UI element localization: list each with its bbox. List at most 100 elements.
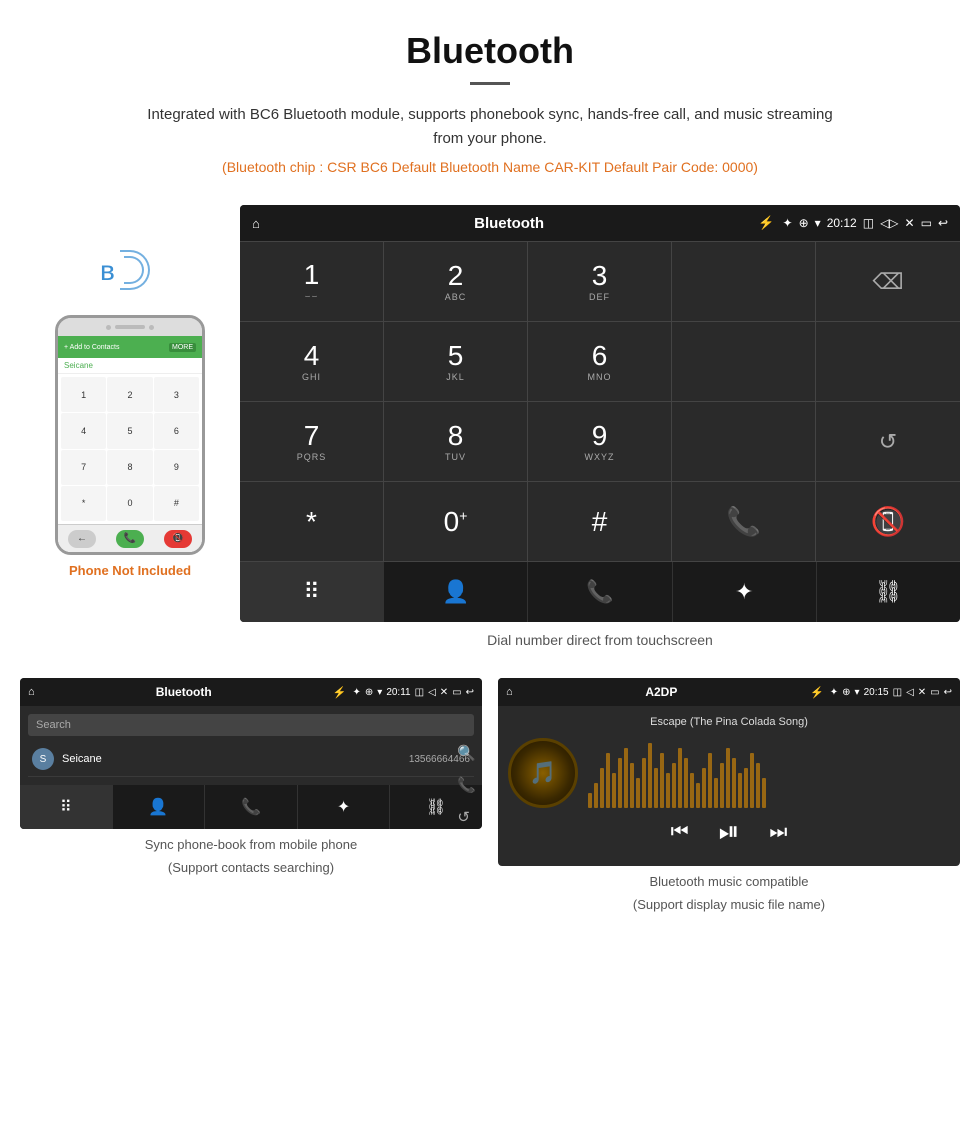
viz-bar bbox=[750, 753, 754, 808]
key-4[interactable]: 4 GHI bbox=[240, 322, 384, 402]
key-3[interactable]: 3 DEF bbox=[528, 242, 672, 322]
ms-x[interactable]: ✕ bbox=[918, 687, 926, 698]
phone-key-8[interactable]: 8 bbox=[107, 450, 152, 485]
viz-bar bbox=[618, 758, 622, 808]
pb-reload-icon[interactable]: ↺ bbox=[457, 808, 476, 826]
pb-home-icon[interactable]: ⌂ bbox=[28, 686, 35, 698]
phone-key-6[interactable]: 6 bbox=[154, 413, 199, 448]
phone-key-7[interactable]: 7 bbox=[61, 450, 106, 485]
phone-key-1[interactable]: 1 bbox=[61, 377, 106, 412]
ms-home-icon[interactable]: ⌂ bbox=[506, 686, 513, 698]
nav-phone[interactable]: 📞 bbox=[528, 562, 672, 622]
viz-bar bbox=[720, 763, 724, 808]
pb-wifi: ▾ bbox=[377, 687, 382, 698]
key-9-sub: WXYZ bbox=[585, 452, 615, 462]
key-backspace[interactable]: ⌫ bbox=[816, 242, 960, 322]
key-1-main: 1 bbox=[304, 261, 320, 289]
phone-header-label: + Add to Contacts bbox=[64, 344, 119, 351]
key-star-main: * bbox=[306, 508, 317, 536]
page-header: Bluetooth Integrated with BC6 Bluetooth … bbox=[0, 0, 980, 205]
phone-btn-back[interactable]: ← bbox=[68, 530, 96, 548]
key-5-sub: JKL bbox=[446, 372, 465, 382]
phone-key-9[interactable]: 9 bbox=[154, 450, 199, 485]
music-caption-2: (Support display music file name) bbox=[498, 897, 960, 912]
ms-cam: ◫ bbox=[893, 687, 902, 698]
key-4-sub: GHI bbox=[302, 372, 321, 382]
pb-search-icon[interactable]: 🔍 bbox=[457, 744, 476, 762]
key-star[interactable]: * bbox=[240, 482, 384, 562]
key-8-sub: TUV bbox=[445, 452, 466, 462]
key-2-sub: ABC bbox=[445, 292, 467, 302]
dialpad: 1 ⌣⌣ 2 ABC 3 DEF ⌫ 4 GHI bbox=[240, 241, 960, 562]
nav-bluetooth[interactable]: ✦ bbox=[673, 562, 817, 622]
pb-nav-bt[interactable]: ✦ bbox=[298, 785, 391, 829]
music-screen: ⌂ A2DP ⚡ ✦ ⊕ ▾ 20:15 ◫ ◁ ✕ ▭ ↩ Escape (T… bbox=[498, 678, 960, 866]
key-8[interactable]: 8 TUV bbox=[384, 402, 528, 482]
song-title: Escape (The Pina Colada Song) bbox=[508, 716, 950, 728]
contact-row[interactable]: S Seicane 13566664466 bbox=[28, 742, 474, 777]
ms-status-icons: ✦ ⊕ ▾ 20:15 ◫ ◁ ✕ ▭ ↩ bbox=[830, 687, 952, 698]
viz-bar bbox=[630, 763, 634, 808]
viz-bar bbox=[714, 778, 718, 808]
phone-contact-label: Seicane bbox=[58, 358, 202, 374]
camera-icon: ◫ bbox=[863, 216, 874, 230]
pb-back[interactable]: ↩ bbox=[466, 687, 474, 698]
key-9-main: 9 bbox=[592, 422, 608, 450]
phone-key-4[interactable]: 4 bbox=[61, 413, 106, 448]
viz-bar bbox=[702, 768, 706, 808]
viz-bar bbox=[708, 753, 712, 808]
phone-btn-call[interactable]: 📞 bbox=[116, 530, 144, 548]
key-5[interactable]: 5 JKL bbox=[384, 322, 528, 402]
prev-button[interactable]: ⏮ bbox=[671, 821, 689, 844]
key-hangup[interactable]: 📵 bbox=[816, 482, 960, 562]
phone-key-5[interactable]: 5 bbox=[107, 413, 152, 448]
phone-dot bbox=[106, 325, 111, 330]
nav-dialpad[interactable]: ⠿ bbox=[240, 562, 384, 622]
phone-key-hash[interactable]: # bbox=[154, 486, 199, 521]
nav-link[interactable]: ⛓ bbox=[817, 562, 960, 622]
phone-keypad: 1 2 3 4 5 6 7 8 9 * 0 # bbox=[58, 374, 202, 524]
wifi-icon: ▾ bbox=[815, 216, 821, 230]
key-1[interactable]: 1 ⌣⌣ bbox=[240, 242, 384, 322]
phone-btn-hangup[interactable]: 📵 bbox=[164, 530, 192, 548]
pb-nav-phone[interactable]: 📞 bbox=[205, 785, 298, 829]
phone-screen-header: + Add to Contacts MORE bbox=[58, 336, 202, 358]
phone-key-star[interactable]: * bbox=[61, 486, 106, 521]
key-2[interactable]: 2 ABC bbox=[384, 242, 528, 322]
phone-key-0[interactable]: 0 bbox=[107, 486, 152, 521]
x-icon[interactable]: ✕ bbox=[905, 216, 915, 230]
viz-bar bbox=[600, 768, 604, 808]
phone-key-3[interactable]: 3 bbox=[154, 377, 199, 412]
key-0[interactable]: 0+ bbox=[384, 482, 528, 562]
nav-contacts[interactable]: 👤 bbox=[384, 562, 528, 622]
play-pause-button[interactable]: ⏯ bbox=[719, 816, 740, 848]
key-call[interactable]: 📞 bbox=[672, 482, 816, 562]
pb-nav-dialpad[interactable]: ⠿ bbox=[20, 785, 113, 829]
pb-vol: ◁ bbox=[428, 687, 436, 698]
key-6[interactable]: 6 MNO bbox=[528, 322, 672, 402]
viz-bar bbox=[636, 778, 640, 808]
pb-x[interactable]: ✕ bbox=[440, 687, 448, 698]
next-button[interactable]: ⏭ bbox=[769, 821, 787, 844]
key-9[interactable]: 9 WXYZ bbox=[528, 402, 672, 482]
viz-bar bbox=[648, 743, 652, 808]
key-empty-2 bbox=[672, 322, 816, 402]
key-hash[interactable]: # bbox=[528, 482, 672, 562]
ms-back[interactable]: ↩ bbox=[944, 687, 952, 698]
pb-nav-contacts[interactable]: 👤 bbox=[113, 785, 206, 829]
pb-call-icon[interactable]: 📞 bbox=[457, 776, 476, 794]
phonebook-caption-2: (Support contacts searching) bbox=[20, 860, 482, 875]
key-8-main: 8 bbox=[448, 422, 464, 450]
search-bar[interactable]: Search bbox=[28, 714, 474, 736]
specs-row: (Bluetooth chip : CSR BC6 Default Blueto… bbox=[20, 159, 960, 175]
viz-bar bbox=[624, 748, 628, 808]
key-reload[interactable]: ↺ bbox=[816, 402, 960, 482]
back-icon[interactable]: ↩ bbox=[938, 216, 948, 230]
key-7[interactable]: 7 PQRS bbox=[240, 402, 384, 482]
viz-bar bbox=[696, 783, 700, 808]
home-icon[interactable]: ⌂ bbox=[252, 216, 260, 231]
ms-time: 20:15 bbox=[864, 687, 889, 698]
usb-icon: ⚡ bbox=[758, 215, 774, 231]
viz-bar bbox=[756, 763, 760, 808]
phone-key-2[interactable]: 2 bbox=[107, 377, 152, 412]
